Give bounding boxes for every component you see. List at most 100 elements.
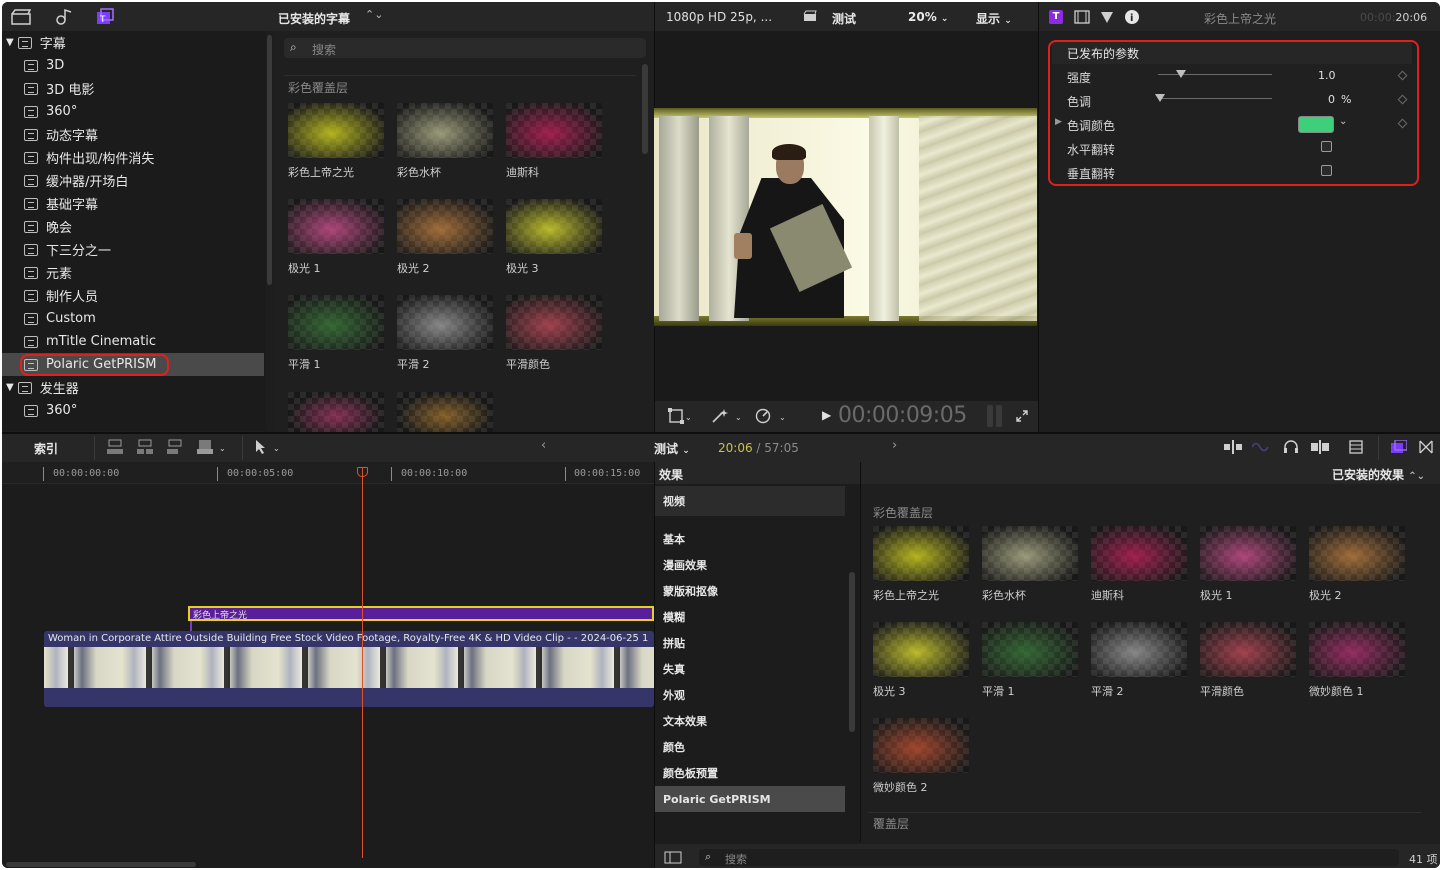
clip-appearance-icon[interactable] — [1348, 439, 1364, 455]
effect-thumbnail[interactable] — [873, 622, 969, 677]
effect-thumbnail[interactable] — [1309, 526, 1405, 581]
display-select[interactable]: 显示 ⌄ — [976, 10, 1012, 27]
playhead-handle[interactable] — [357, 467, 368, 477]
effect-thumbnail[interactable] — [1200, 526, 1296, 581]
sidebar-item[interactable]: 缓冲器/开场白 — [2, 169, 264, 192]
browser-thumbnail[interactable] — [506, 103, 602, 158]
effects-category-item[interactable]: 模糊 — [655, 604, 845, 630]
effect-thumbnail[interactable] — [1091, 622, 1187, 677]
solo-icon[interactable] — [1310, 439, 1330, 455]
sidebar-item[interactable]: mTitle Cinematic — [2, 330, 264, 353]
color-inspector-tab-icon[interactable] — [1100, 10, 1114, 24]
effects-category-item[interactable]: 颜色板预置 — [655, 760, 845, 786]
sidebar-item[interactable]: Custom — [2, 307, 264, 330]
skimming-icon[interactable] — [1224, 439, 1242, 455]
effects-search-input[interactable]: ⌕ 搜索 — [699, 849, 1399, 866]
installed-effects-select[interactable]: 已安装的效果 ⌃⌄ — [1332, 466, 1425, 483]
playhead[interactable] — [362, 468, 363, 858]
effects-category-item[interactable]: 颜色 — [655, 734, 845, 760]
sidebar-item[interactable]: 360° — [2, 100, 264, 123]
video-inspector-tab-icon[interactable] — [1074, 10, 1090, 24]
history-back-button[interactable]: ‹ — [541, 438, 546, 453]
title-clip[interactable]: 彩色上帝之光 — [188, 606, 654, 621]
browser-thumbnail[interactable] — [397, 295, 493, 350]
effect-thumbnail[interactable] — [982, 526, 1078, 581]
overwrite-clip-icon[interactable]: ⌄ — [196, 438, 230, 456]
transitions-browser-icon[interactable] — [1418, 439, 1434, 455]
sidebar-item[interactable]: 元素 — [2, 261, 264, 284]
index-button[interactable]: 索引 — [34, 440, 58, 457]
sidebar-item[interactable]: 制作人员 — [2, 284, 264, 307]
browser-thumb-partial[interactable] — [288, 392, 384, 432]
play-button[interactable]: ▶ — [822, 408, 831, 422]
viewer-project-name[interactable]: 测试 — [832, 10, 856, 27]
sidebar-item[interactable]: ▼ 字幕 — [2, 31, 264, 54]
clapper-library-icon[interactable] — [10, 8, 32, 26]
enhance-magic-wand-icon[interactable]: ⌄ — [710, 407, 744, 425]
effects-category-item[interactable]: 文本效果 — [655, 708, 845, 734]
effects-category-item[interactable]: Polaric GetPRISM — [655, 786, 845, 812]
effect-thumbnail[interactable] — [1309, 622, 1405, 677]
disclosure-triangle-icon[interactable]: ▼ — [6, 382, 14, 393]
titles-generators-icon[interactable]: T — [94, 7, 116, 27]
effects-category-item[interactable]: 视频 — [655, 486, 845, 516]
browser-thumbnail[interactable] — [288, 295, 384, 350]
timecode-display[interactable]: 00:00:09:05 — [838, 403, 967, 428]
append-clip-icon[interactable] — [166, 438, 184, 456]
effect-thumbnail[interactable] — [1091, 526, 1187, 581]
transform-icon[interactable]: ⌄ — [666, 407, 694, 425]
effects-category-item[interactable]: 漫画效果 — [655, 552, 845, 578]
connect-clip-icon[interactable] — [106, 438, 124, 456]
effects-category-item[interactable]: 基本 — [655, 526, 845, 552]
browser-thumbnail[interactable] — [288, 103, 384, 158]
sidebar-item[interactable]: 360° — [2, 399, 264, 422]
effect-thumbnail[interactable] — [873, 718, 969, 773]
sidebar-item[interactable]: 3D 电影 — [2, 77, 264, 100]
effects-category-item[interactable]: 拼贴 — [655, 630, 845, 656]
viewer-format[interactable]: 1080p HD 25p, ... — [666, 10, 772, 24]
speed-gauge-icon[interactable]: ⌄ — [754, 407, 788, 425]
timeline-ruler[interactable]: 00:00:00:00 00:00:05:00 00:00:10:00 00:0… — [2, 462, 654, 484]
title-inspector-tab-icon[interactable]: T — [1049, 10, 1063, 24]
music-photos-icon[interactable] — [52, 8, 74, 26]
browser-thumbnail[interactable] — [397, 103, 493, 158]
browser-scrollbar[interactable] — [642, 64, 648, 154]
browser-thumbnail[interactable] — [506, 295, 602, 350]
browser-title-chevron-icon[interactable]: ⌃⌄ — [365, 8, 383, 21]
browser-thumb-partial[interactable] — [397, 392, 493, 432]
sidebar-item[interactable]: ▼ 发生器 — [2, 376, 264, 399]
sidebar-item[interactable]: 晚会 — [2, 215, 264, 238]
categories-scrollbar[interactable] — [849, 572, 855, 732]
zoom-select[interactable]: 20% ⌄ — [908, 10, 948, 24]
browser-thumbnail[interactable] — [397, 199, 493, 254]
audio-skimming-icon[interactable] — [1252, 439, 1270, 455]
browser-title[interactable]: 已安装的字幕 — [278, 10, 350, 27]
sidebar-item[interactable]: 3D — [2, 54, 264, 77]
effects-category-item[interactable]: 外观 — [655, 682, 845, 708]
sidebar-item[interactable]: 基础字幕 — [2, 192, 264, 215]
sidebar-item[interactable]: 下三分之一 — [2, 238, 264, 261]
effect-thumbnail[interactable] — [1200, 622, 1296, 677]
fullscreen-icon[interactable] — [1014, 408, 1030, 424]
browser-search-input[interactable]: ⌕ 搜索 — [284, 38, 646, 58]
timeline-scrollbar[interactable] — [6, 862, 196, 867]
sidebar-item[interactable]: 动态字幕 — [2, 123, 264, 146]
insert-clip-icon[interactable] — [136, 438, 154, 456]
browser-thumbnail[interactable] — [506, 199, 602, 254]
effects-browser-icon[interactable] — [1390, 439, 1408, 455]
history-forward-button[interactable]: › — [892, 438, 897, 453]
effect-thumbnail[interactable] — [873, 526, 969, 581]
sidebar-scrollbar[interactable] — [266, 31, 274, 431]
sidebar-item[interactable]: 构件出现/构件消失 — [2, 146, 264, 169]
disclosure-triangle-icon[interactable]: ▼ — [6, 37, 14, 48]
video-preview[interactable] — [654, 108, 1037, 326]
browser-thumbnail[interactable] — [288, 199, 384, 254]
select-tool-arrow-icon[interactable]: ⌄ — [252, 438, 284, 456]
info-inspector-tab-icon[interactable]: i — [1124, 9, 1140, 25]
sidebar-item[interactable]: Polaric GetPRISM — [2, 353, 264, 376]
effects-category-item[interactable]: 蒙版和抠像 — [655, 578, 845, 604]
effects-category-item[interactable]: 失真 — [655, 656, 845, 682]
headphones-icon[interactable] — [1282, 439, 1300, 455]
video-clip[interactable]: Woman in Corporate Attire Outside Buildi… — [44, 631, 654, 707]
sidebar-toggle-icon[interactable] — [664, 850, 682, 864]
